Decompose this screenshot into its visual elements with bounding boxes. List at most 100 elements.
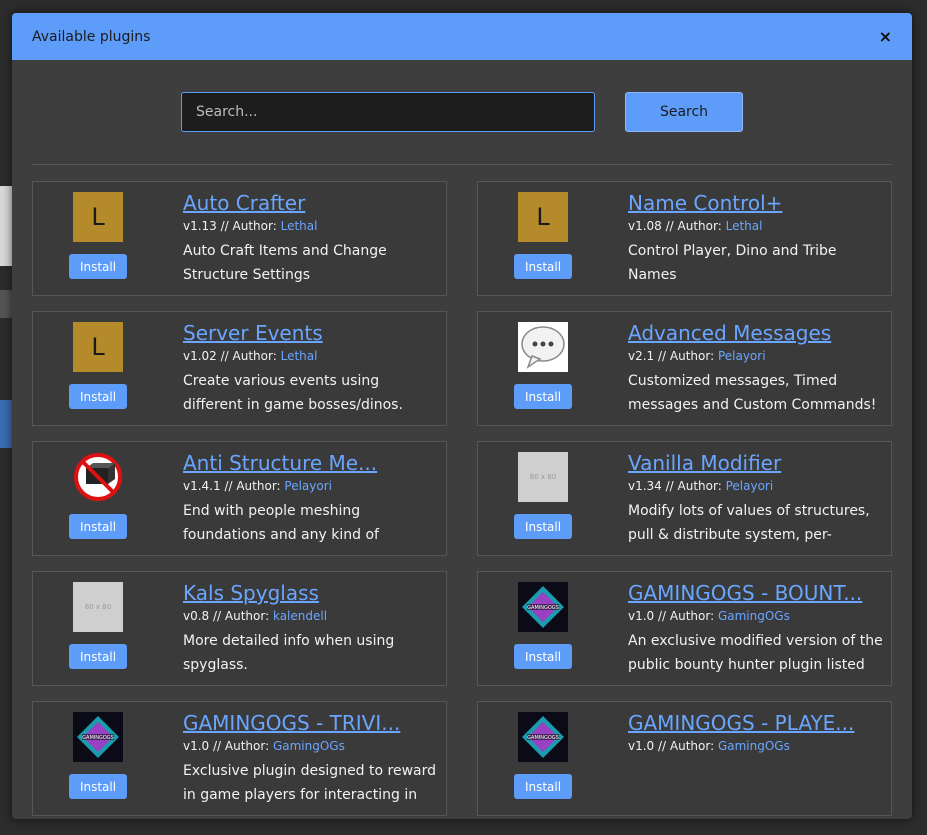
install-button[interactable]: Install <box>69 514 127 539</box>
plugin-meta: v1.08 // Author: Lethal <box>628 218 883 234</box>
plugin-name-link[interactable]: Kals Spyglass <box>183 580 438 606</box>
plugin-author-link[interactable]: Pelayori <box>726 479 774 493</box>
plugin-author-link[interactable]: Pelayori <box>284 479 332 493</box>
plugin-grid: L Install Auto Crafter v1.13 // Author: Let… <box>12 165 912 819</box>
plugin-author-link[interactable]: GamingOGs <box>273 739 345 753</box>
plugin-author-link[interactable]: Lethal <box>726 219 763 233</box>
plugin-card: L Install Name Control+ v1.08 // Author: Le… <box>477 181 892 296</box>
plugin-meta: v1.0 // Author: GamingOGs <box>183 738 438 754</box>
plugin-card-body: Kals Spyglass v0.8 // Author: kalendell Mo… <box>183 580 438 677</box>
search-input[interactable] <box>181 92 595 132</box>
plugin-card: Install Advanced Messages v2.1 // Author: … <box>477 311 892 426</box>
plugin-card-media: Install <box>69 452 127 539</box>
plugin-author-link[interactable]: Pelayori <box>718 349 766 363</box>
plugin-name-link[interactable]: Server Events <box>183 320 438 346</box>
plugin-author-link[interactable]: Lethal <box>281 349 318 363</box>
plugin-version: v1.0 // Author: <box>628 739 718 753</box>
plugin-name-link[interactable]: Name Control+ <box>628 190 883 216</box>
search-bar: Search <box>12 60 912 164</box>
plugin-card-body: Anti Structure Me... v1.4.1 // Author: Pe… <box>183 450 438 547</box>
plugin-meta: v1.02 // Author: Lethal <box>183 348 438 364</box>
install-button[interactable]: Install <box>514 644 572 669</box>
plugin-author-link[interactable]: GamingOGs <box>718 609 790 623</box>
install-button[interactable]: Install <box>514 514 572 539</box>
plugin-card-media: GAMINGOGS Install <box>514 712 572 799</box>
plugin-card-body: GAMINGOGS - PLAYE... v1.0 // Author: Gami… <box>628 710 883 759</box>
plugin-description: Control Player, Dino and Tribe Names <box>628 243 837 283</box>
gamingogs-logo-icon: GAMINGOGS <box>518 712 568 762</box>
plugin-card-body: GAMINGOGS - TRIVI... v1.0 // Author: Gami… <box>183 710 438 807</box>
plugin-description: Exclusive plugin designed to reward in g… <box>183 763 437 803</box>
plugin-card: Install Anti Structure Me... v1.4.1 // Aut… <box>32 441 447 556</box>
plugin-author-link[interactable]: GamingOGs <box>718 739 790 753</box>
plugin-card-media: GAMINGOGS Install <box>69 712 127 799</box>
plugin-description: Customized messages, Timed messages and … <box>628 373 877 413</box>
plugin-version: v1.02 // Author: <box>183 349 281 363</box>
gamingogs-logo-icon: GAMINGOGS <box>73 712 123 762</box>
plugin-name-link[interactable]: Advanced Messages <box>628 320 883 346</box>
plugin-version: v1.0 // Author: <box>628 609 718 623</box>
plugin-meta: v2.1 // Author: Pelayori <box>628 348 883 364</box>
plugin-card-body: GAMINGOGS - BOUNT... v1.0 // Author: Gami… <box>628 580 883 677</box>
no-structure-icon <box>73 452 123 502</box>
install-button[interactable]: Install <box>69 774 127 799</box>
plugin-author-link[interactable]: kalendell <box>273 609 327 623</box>
plugin-version: v1.0 // Author: <box>183 739 273 753</box>
plugin-card-media: 80 x 80 Install <box>69 582 127 669</box>
plugin-card-media: Install <box>514 322 572 409</box>
install-button[interactable]: Install <box>514 774 572 799</box>
plugin-card: GAMINGOGS Install GAMINGOGS - BOUNT... v1.0… <box>477 571 892 686</box>
placeholder-image-icon: 80 x 80 <box>518 452 568 502</box>
available-plugins-modal: Available plugins × Search L Install Auto … <box>12 13 912 819</box>
plugin-description: Auto Craft Items and Change Structure Se… <box>183 243 387 283</box>
close-icon[interactable]: × <box>879 27 892 46</box>
plugin-meta: v0.8 // Author: kalendell <box>183 608 438 624</box>
plugin-name-link[interactable]: Vanilla Modifier <box>628 450 883 476</box>
lethal-logo-icon: L <box>73 192 123 242</box>
plugin-meta: v1.0 // Author: GamingOGs <box>628 738 883 754</box>
plugin-meta: v1.13 // Author: Lethal <box>183 218 438 234</box>
svg-text:GAMINGOGS: GAMINGOGS <box>82 735 114 741</box>
plugin-card-media: 80 x 80 Install <box>514 452 572 539</box>
plugin-name-link[interactable]: Auto Crafter <box>183 190 438 216</box>
plugin-author-link[interactable]: Lethal <box>281 219 318 233</box>
plugin-name-link[interactable]: GAMINGOGS - PLAYE... <box>628 710 883 736</box>
plugin-card: GAMINGOGS Install GAMINGOGS - TRIVI... v1.0… <box>32 701 447 816</box>
plugin-version: v0.8 // Author: <box>183 609 273 623</box>
plugin-card: L Install Server Events v1.02 // Author: Le… <box>32 311 447 426</box>
plugin-card: 80 x 80 Install Kals Spyglass v0.8 // Autho… <box>32 571 447 686</box>
plugin-description: An exclusive modified version of the pub… <box>628 633 883 673</box>
install-button[interactable]: Install <box>69 644 127 669</box>
plugin-card: L Install Auto Crafter v1.13 // Author: Let… <box>32 181 447 296</box>
install-button[interactable]: Install <box>514 384 572 409</box>
background-card <box>0 186 12 266</box>
plugin-card: 80 x 80 Install Vanilla Modifier v1.34 // A… <box>477 441 892 556</box>
plugin-card-media: L Install <box>69 192 127 279</box>
install-button[interactable]: Install <box>69 384 127 409</box>
plugin-version: v2.1 // Author: <box>628 349 718 363</box>
plugin-card-media: L Install <box>69 322 127 409</box>
plugin-card-media: GAMINGOGS Install <box>514 582 572 669</box>
plugin-name-link[interactable]: GAMINGOGS - BOUNT... <box>628 580 883 606</box>
modal-header: Available plugins × <box>12 13 912 60</box>
plugin-version: v1.4.1 // Author: <box>183 479 285 493</box>
plugin-card-media: L Install <box>514 192 572 279</box>
plugin-card: GAMINGOGS Install GAMINGOGS - PLAYE... v1.0… <box>477 701 892 816</box>
plugin-description: More detailed info when using spyglass. <box>183 633 395 673</box>
plugin-version: v1.34 // Author: <box>628 479 726 493</box>
modal-title: Available plugins <box>32 28 151 45</box>
install-button[interactable]: Install <box>514 254 572 279</box>
plugin-name-link[interactable]: Anti Structure Me... <box>183 450 438 476</box>
plugin-description: Modify lots of values of structures, pul… <box>628 503 870 543</box>
gamingogs-logo-icon: GAMINGOGS <box>518 582 568 632</box>
lethal-logo-icon: L <box>73 322 123 372</box>
plugin-card-body: Advanced Messages v2.1 // Author: Pelayor… <box>628 320 883 417</box>
lethal-logo-icon: L <box>518 192 568 242</box>
plugin-meta: v1.0 // Author: GamingOGs <box>628 608 883 624</box>
install-button[interactable]: Install <box>69 254 127 279</box>
plugin-name-link[interactable]: GAMINGOGS - TRIVI... <box>183 710 438 736</box>
plugin-version: v1.08 // Author: <box>628 219 726 233</box>
search-button[interactable]: Search <box>625 92 743 132</box>
plugin-description: Create various events using different in… <box>183 373 403 413</box>
plugin-card-body: Server Events v1.02 // Author: Lethal Crea… <box>183 320 438 417</box>
